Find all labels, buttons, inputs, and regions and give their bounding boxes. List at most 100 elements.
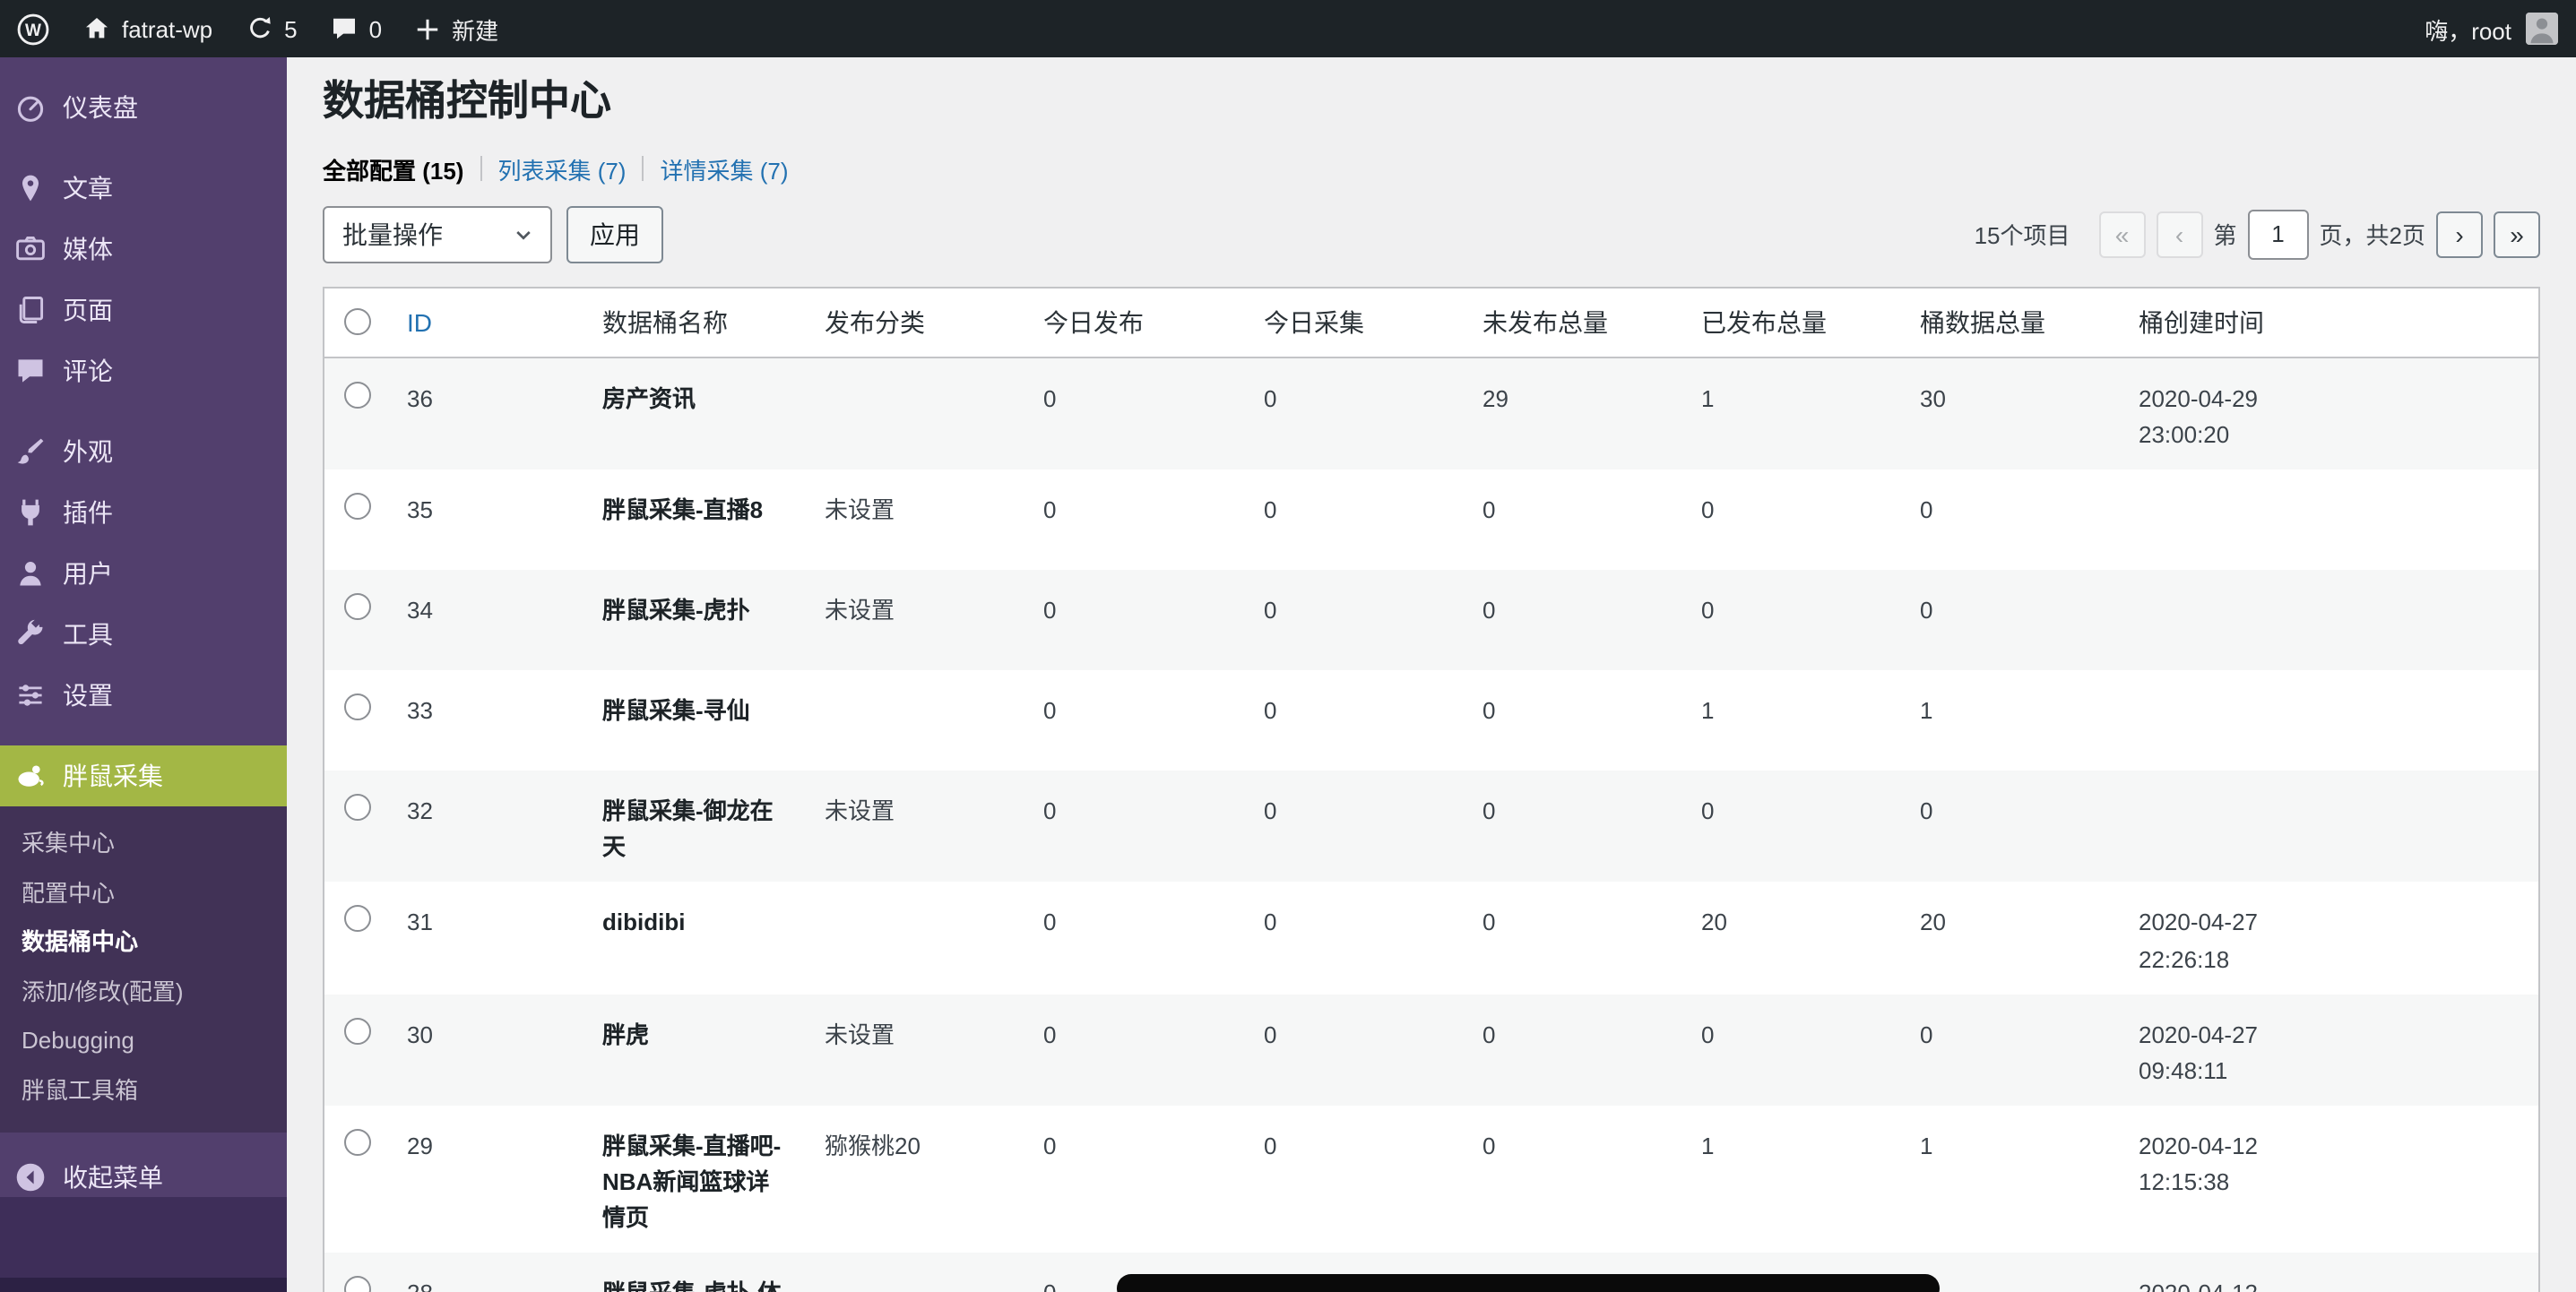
row-checkbox[interactable] — [343, 794, 370, 821]
sidebar-item-fatrat-collect[interactable]: 胖鼠采集 — [0, 745, 287, 806]
wordpress-admin: W fatrat-wp 5 0 新建 嗨，root — [0, 0, 2576, 1292]
sidebar-item-comments[interactable]: 评论 — [0, 340, 287, 401]
comments-link[interactable]: 0 — [314, 0, 398, 57]
submenu-item-debugging[interactable]: Debugging — [0, 1017, 287, 1066]
cell-bucket-name[interactable]: 胖鼠采集-寻仙 — [602, 697, 750, 724]
sidebar-item-label: 媒体 — [63, 231, 113, 267]
cell-unpublished: 0 — [1465, 570, 1683, 670]
comments-icon — [14, 355, 47, 387]
submenu-item-add-edit-config[interactable]: 添加/修改(配置) — [0, 968, 287, 1017]
last-page-button[interactable]: » — [2494, 211, 2540, 258]
cell-today-publish: 0 — [1025, 883, 1246, 995]
site-name-link[interactable]: fatrat-wp — [66, 0, 229, 57]
current-page-input[interactable] — [2248, 210, 2309, 260]
cell-bucket-name[interactable]: 胖鼠采集-直播8 — [602, 496, 763, 523]
submenu-item-config-center[interactable]: 配置中心 — [0, 868, 287, 917]
cell-bucket-name[interactable]: 胖鼠采集-御龙在天 — [602, 797, 774, 860]
cell-total: 20 — [1902, 883, 2121, 995]
sidebar-item-label: 评论 — [63, 353, 113, 389]
sidebar-item-tools[interactable]: 工具 — [0, 604, 287, 665]
cell-created — [2121, 570, 2538, 670]
cell-category: 未设置 — [807, 771, 1025, 883]
row-checkbox[interactable] — [343, 1017, 370, 1044]
wordpress-logo-icon[interactable]: W — [0, 0, 66, 57]
cell-id: 30 — [389, 994, 584, 1106]
cell-created — [2121, 670, 2538, 771]
cell-created: 2020-04-27 22:26:18 — [2121, 883, 2538, 995]
cell-bucket-name[interactable]: 胖鼠采集-虎扑-体育新闻详情页 — [602, 1280, 781, 1292]
sidebar-item-plugins[interactable]: 插件 — [0, 482, 287, 543]
cell-today-collect: 0 — [1246, 670, 1465, 771]
table-row: 33 胖鼠采集-寻仙 0 0 0 1 1 — [324, 670, 2538, 771]
filter-list-collect[interactable]: 列表采集 (7) — [497, 152, 626, 186]
row-checkbox[interactable] — [343, 593, 370, 620]
cell-bucket-name[interactable]: 胖鼠采集-直播吧-NBA新闻篮球详情页 — [602, 1133, 781, 1232]
cell-today-publish: 0 — [1025, 358, 1246, 470]
sidebar-item-label: 仪表盘 — [63, 90, 138, 125]
cell-bucket-name[interactable]: 胖虎 — [602, 1021, 649, 1047]
cell-published: 20 — [1683, 883, 1902, 995]
comments-count: 0 — [369, 15, 382, 42]
cell-today-publish: 0 — [1025, 994, 1246, 1106]
updates-link[interactable]: 5 — [229, 0, 313, 57]
sidebar-item-dashboard[interactable]: 仪表盘 — [0, 77, 287, 138]
cell-id: 34 — [389, 570, 584, 670]
admin-bar-right[interactable]: 嗨，root — [2425, 12, 2576, 46]
table-row: 36 房产资讯 0 0 29 1 30 2020-04-29 23:00:20 — [324, 358, 2538, 470]
apply-button[interactable]: 应用 — [566, 206, 663, 263]
pagination: 15个项目 « ‹ 第 页，共2页 › » — [1975, 210, 2540, 260]
row-checkbox[interactable] — [343, 906, 370, 933]
cell-id: 28 — [389, 1253, 584, 1292]
cell-today-publish: 0 — [1025, 1106, 1246, 1253]
row-checkbox[interactable] — [343, 493, 370, 520]
submenu-item-bucket-center[interactable]: 数据桶中心 — [0, 917, 287, 967]
sidebar-item-media[interactable]: 媒体 — [0, 219, 287, 280]
sidebar-item-label: 插件 — [63, 495, 113, 530]
column-header-id[interactable]: ID — [389, 292, 584, 353]
comment-icon — [330, 14, 359, 43]
sidebar-item-users[interactable]: 用户 — [0, 543, 287, 604]
cell-id: 31 — [389, 883, 584, 995]
row-checkbox[interactable] — [343, 1129, 370, 1156]
row-checkbox[interactable] — [343, 382, 370, 409]
bulk-action-select[interactable]: 批量操作 — [323, 206, 552, 263]
sidebar-item-appearance[interactable]: 外观 — [0, 421, 287, 482]
next-page-button[interactable]: › — [2436, 211, 2483, 258]
cell-bucket-name[interactable]: 胖鼠采集-虎扑 — [602, 597, 750, 624]
table-row: 32 胖鼠采集-御龙在天 未设置 0 0 0 0 0 — [324, 771, 2538, 883]
new-content-link[interactable]: 新建 — [398, 0, 514, 57]
submenu-item-collect-center[interactable]: 采集中心 — [0, 819, 287, 868]
table-header-row: ID 数据桶名称 发布分类 今日发布 今日采集 未发布总量 已发布总量 桶数据总… — [324, 289, 2538, 358]
sidebar-item-label: 文章 — [63, 170, 113, 206]
column-header-category: 发布分类 — [807, 289, 1025, 357]
cell-total: 0 — [1902, 994, 2121, 1106]
row-checkbox[interactable] — [343, 693, 370, 720]
filter-detail-collect[interactable]: 详情采集 (7) — [661, 152, 789, 186]
sidebar-item-posts[interactable]: 文章 — [0, 158, 287, 219]
table-row: 35 胖鼠采集-直播8 未设置 0 0 0 0 0 — [324, 469, 2538, 570]
cell-bucket-name[interactable]: dibidibi — [602, 909, 685, 936]
screen: W fatrat-wp 5 0 新建 嗨，root — [0, 0, 2576, 1292]
sidebar-item-label: 胖鼠采集 — [63, 758, 163, 794]
row-checkbox[interactable] — [343, 1277, 370, 1292]
sidebar-item-pages[interactable]: 页面 — [0, 280, 287, 340]
column-header-published: 已发布总量 — [1683, 289, 1902, 357]
avatar — [2526, 13, 2558, 45]
cell-unpublished: 0 — [1465, 771, 1683, 883]
fatrat-icon — [14, 760, 47, 792]
sidebar-item-label: 工具 — [63, 616, 113, 652]
cell-bucket-name[interactable]: 房产资讯 — [602, 385, 696, 412]
cell-id: 36 — [389, 358, 584, 470]
table-toolbar: 批量操作 应用 15个项目 « ‹ 第 页，共2页 › » — [323, 206, 2540, 263]
sidebar-item-settings[interactable]: 设置 — [0, 665, 287, 726]
cell-total: 0 — [1902, 771, 2121, 883]
cell-category: 未设置 — [807, 469, 1025, 570]
submenu-item-toolbox[interactable]: 胖鼠工具箱 — [0, 1066, 287, 1115]
cell-total: 30 — [1902, 358, 2121, 470]
sidebar-footer — [0, 1197, 287, 1292]
select-all-checkbox[interactable] — [343, 309, 370, 336]
filter-all[interactable]: 全部配置 (15) — [323, 152, 463, 186]
column-header-total: 桶数据总量 — [1902, 289, 2121, 357]
cell-unpublished: 0 — [1465, 994, 1683, 1106]
cell-published: 1 — [1683, 1106, 1902, 1253]
